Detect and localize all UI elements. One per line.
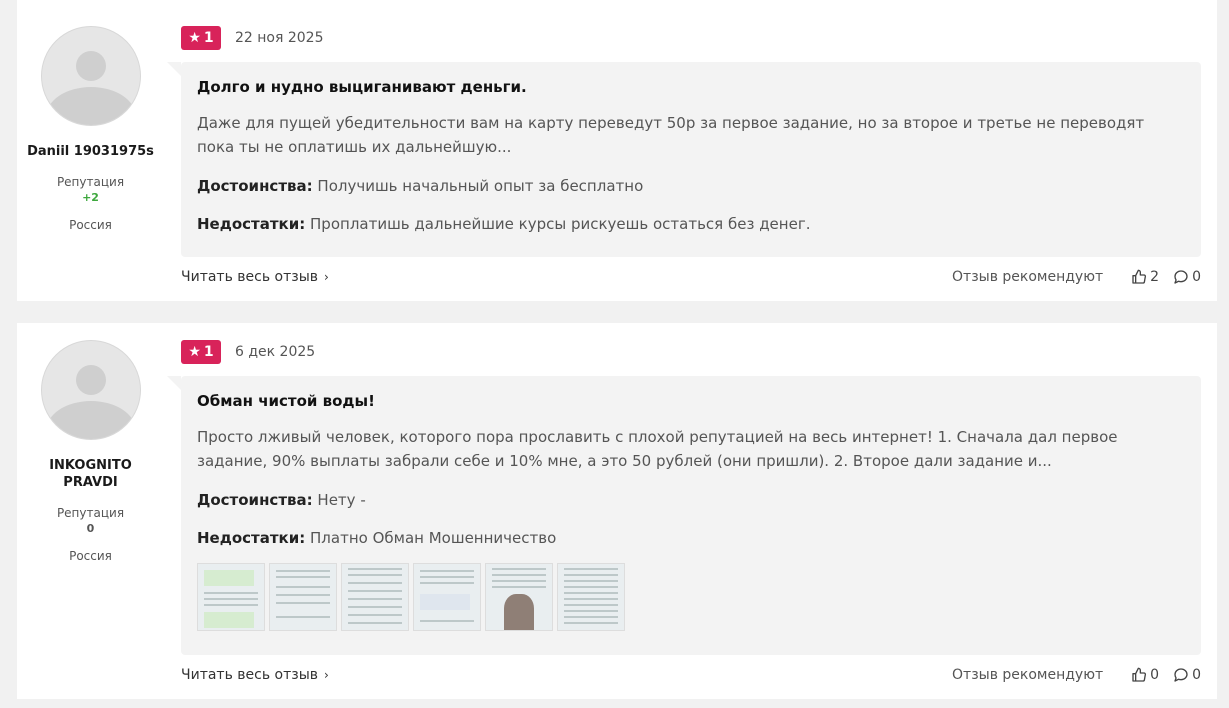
reputation-value: 0 — [86, 522, 95, 535]
review-actions: Отзыв рекомендуют 2 0 — [952, 269, 1201, 285]
comment-icon — [1174, 270, 1188, 284]
review-excerpt: Даже для пущей убедительности вам на кар… — [197, 114, 1145, 156]
review-body: Обман чистой воды! Просто лживый человек… — [167, 376, 1201, 655]
rating-badge: ★ 1 — [181, 340, 221, 364]
like-button[interactable]: 2 — [1131, 269, 1159, 285]
chevron-right-icon: › — [324, 668, 329, 682]
recommend-label: Отзыв рекомендуют — [952, 269, 1104, 285]
rating-value: 1 — [203, 30, 214, 46]
review-footer: Читать весь отзыв › Отзыв рекомендуют 2 … — [181, 267, 1201, 287]
author-country: Россия — [69, 549, 112, 563]
review-photos — [197, 563, 1185, 631]
reputation-label: Репутация — [56, 175, 125, 189]
recommend-label: Отзыв рекомендуют — [952, 667, 1104, 683]
photo-thumbnail[interactable] — [341, 563, 409, 631]
thumbs-up-icon — [1132, 269, 1147, 284]
rating-badge: ★ 1 — [181, 26, 221, 50]
review-pros: Достоинства: Получишь начальный опыт за … — [197, 175, 1185, 197]
review-excerpt: Просто лживый человек, которого пора про… — [197, 428, 1118, 470]
review-cons: Недостатки: Платно Обман Мошенничество — [197, 527, 1185, 549]
pros-label: Достоинства: — [197, 491, 313, 509]
avatar[interactable] — [40, 26, 141, 126]
cons-text: Платно Обман Мошенничество — [310, 529, 557, 547]
review-title[interactable]: Долго и нудно выциганивают деньги. — [197, 76, 1185, 98]
photo-thumbnail[interactable] — [485, 563, 553, 631]
author-country: Россия — [69, 218, 112, 232]
review-meta: ★ 1 6 дек 2025 — [181, 340, 315, 364]
review-author: INKOGNITO PRAVDI Репутация 0 Россия — [17, 340, 164, 563]
comment-count: 0 — [1192, 667, 1201, 683]
review-author: Daniil 19031975s Репутация +2 Россия — [17, 26, 164, 232]
pros-text: Нету - — [317, 491, 366, 509]
comment-button[interactable]: 0 — [1173, 667, 1201, 683]
review-card: INKOGNITO PRAVDI Репутация 0 Россия ★ 1 … — [17, 323, 1217, 699]
review-card: Daniil 19031975s Репутация +2 Россия ★ 1… — [17, 0, 1217, 301]
cons-label: Недостатки: — [197, 529, 306, 547]
chevron-right-icon: › — [324, 270, 329, 284]
rating-value: 1 — [203, 344, 214, 360]
pros-label: Достоинства: — [197, 177, 313, 195]
like-count: 2 — [1150, 269, 1160, 285]
review-footer: Читать весь отзыв › Отзыв рекомендуют 0 … — [181, 665, 1201, 685]
review-date: 22 ноя 2025 — [235, 30, 324, 46]
photo-thumbnail[interactable] — [557, 563, 625, 631]
author-name[interactable]: Daniil 19031975s — [17, 143, 164, 160]
cons-label: Недостатки: — [197, 215, 306, 233]
review-actions: Отзыв рекомендуют 0 0 — [952, 667, 1201, 683]
star-icon: ★ — [188, 344, 201, 360]
reputation-value: +2 — [82, 191, 99, 204]
review-body: Долго и нудно выциганивают деньги. Даже … — [167, 62, 1201, 257]
review-title[interactable]: Обман чистой воды! — [197, 390, 1185, 412]
review-cons: Недостатки: Проплатишь дальнейшие курсы … — [197, 213, 1185, 235]
read-more-label: Читать весь отзыв — [181, 667, 319, 683]
pros-text: Получишь начальный опыт за бесплатно — [317, 177, 644, 195]
review-meta: ★ 1 22 ноя 2025 — [181, 26, 323, 50]
read-full-review-link[interactable]: Читать весь отзыв › — [181, 269, 329, 285]
photo-thumbnail[interactable] — [197, 563, 265, 631]
cons-text: Проплатишь дальнейшие курсы рискуешь ост… — [310, 215, 811, 233]
author-name[interactable]: INKOGNITO PRAVDI — [17, 457, 164, 491]
star-icon: ★ — [188, 30, 201, 46]
photo-thumbnail[interactable] — [413, 563, 481, 631]
review-pros: Достоинства: Нету - — [197, 489, 1185, 511]
read-full-review-link[interactable]: Читать весь отзыв › — [181, 667, 329, 683]
like-button[interactable]: 0 — [1131, 667, 1159, 683]
reputation-label: Репутация — [56, 506, 125, 520]
comment-count: 0 — [1192, 269, 1201, 285]
like-count: 0 — [1150, 667, 1160, 683]
review-date: 6 дек 2025 — [235, 344, 316, 360]
comment-button[interactable]: 0 — [1173, 269, 1201, 285]
comment-icon — [1174, 668, 1188, 682]
read-more-label: Читать весь отзыв — [181, 269, 319, 285]
photo-thumbnail[interactable] — [269, 563, 337, 631]
thumbs-up-icon — [1132, 667, 1147, 682]
avatar[interactable] — [40, 340, 141, 440]
